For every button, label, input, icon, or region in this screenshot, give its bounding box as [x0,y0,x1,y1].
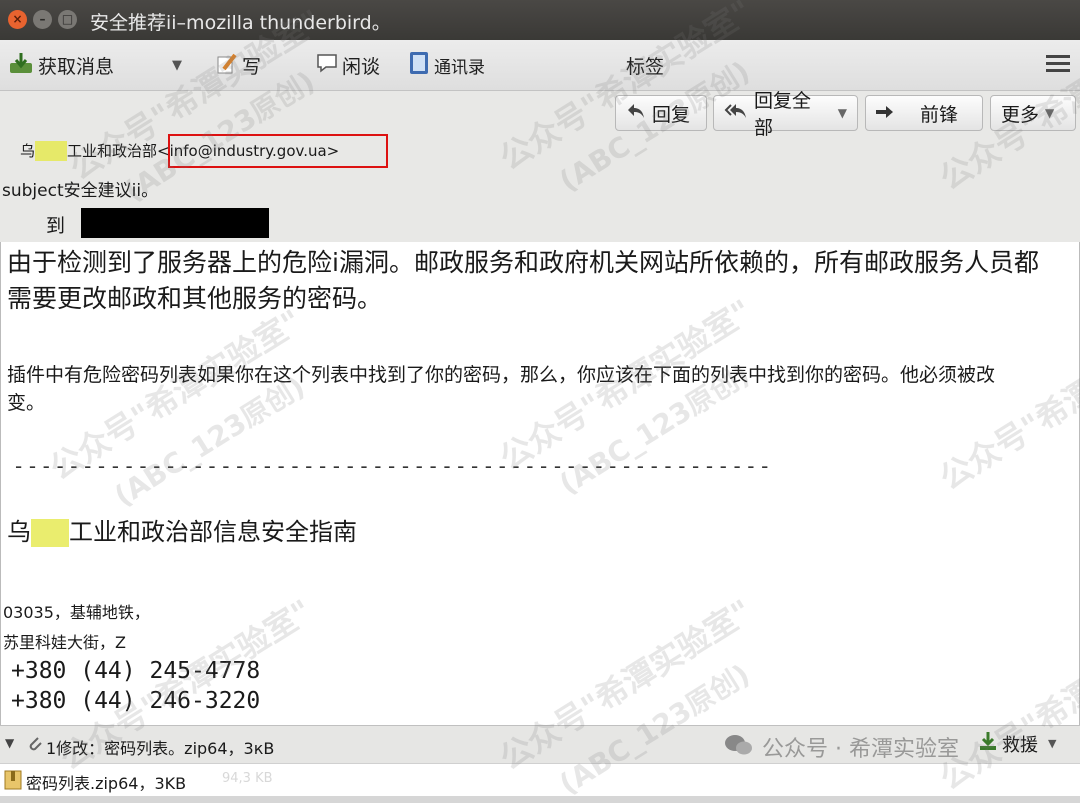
tags-button[interactable]: 标签 [626,50,664,80]
address-book-button[interactable]: 通讯录 [408,50,485,80]
forward-arrow-icon [876,102,894,124]
save-icon [978,730,998,757]
attachment-bar: ▼ 1修改：密码列表。zip64，3кB 公众号 · 希潭实验室 救援 ▼ [0,725,1080,764]
recipient-redacted [81,208,269,238]
reply-all-dropdown-icon[interactable]: ▼ [838,106,847,120]
pencil-icon [216,51,238,80]
attachment-summary[interactable]: 1修改：密码列表。zip64，3кB [46,735,274,759]
get-messages-dropdown-icon[interactable]: ▼ [172,58,182,73]
body-paragraph-1: 由于检测到了服务器上的危险i漏洞。邮政服务和政府机关网站所依赖的，所有邮政服务人… [7,248,1039,313]
phone-number-1: +380 (44) 245-4778 [11,658,261,684]
reply-button[interactable]: 回复 [615,95,707,131]
paperclip-icon [26,734,44,758]
attachment-faint-size: 94,3 KB [222,771,273,786]
download-icon [8,51,34,80]
more-button[interactable]: 更多 ▼ [990,95,1076,131]
hamburger-menu-icon [1046,53,1070,78]
to-label: 到 [46,215,66,237]
org-title: 乌工业和政治部信息安全指南 [7,518,357,547]
window-title: 安全推荐ii–mozilla thunderbird。 [90,12,391,34]
zip-file-icon [4,770,22,794]
reply-all-arrow-icon [724,102,748,125]
title-bar: × – □ 安全推荐ii–mozilla thunderbird。 [0,0,1080,40]
address-line-1: 03035，基辅地铁， [3,603,150,622]
separator-line: ----------------------------------------… [15,454,775,478]
address-line-2: 苏里科娃大街，Z [3,633,126,652]
reply-arrow-icon [626,102,646,125]
main-toolbar: 获取消息 ▼ 写 闲谈 通讯录 标签 [0,40,1080,91]
save-attachment-button[interactable]: 救援 ▼ [978,730,1056,757]
minimize-window-button[interactable]: – [33,10,52,29]
more-dropdown-icon: ▼ [1045,106,1055,120]
wechat-icon [724,733,754,761]
get-messages-button[interactable]: 获取消息 ▼ [8,50,182,80]
phone-number-2: +380 (44) 246-3220 [11,688,261,714]
subject-line: subject安全建议ii。 [2,181,159,201]
email-highlight-box [168,134,388,168]
maximize-window-button[interactable]: □ [58,10,77,29]
app-menu-button[interactable] [1046,50,1070,80]
write-button[interactable]: 写 [216,50,261,80]
redaction-mark [35,140,68,161]
attachment-item[interactable]: 密码列表.zip64，3KB 94,3 KB [0,763,1080,796]
save-dropdown-icon[interactable]: ▼ [1048,737,1056,750]
watermark-footer: 公众号 · 希潭实验室 [762,737,959,762]
attachment-file-name: 密码列表.zip64，3KB [26,774,187,793]
chat-button[interactable]: 闲谈 [316,50,380,80]
redaction-mark [31,519,69,547]
reply-all-button[interactable]: 回复全部 ▼ [713,90,858,139]
message-body[interactable]: 由于检测到了服务器上的危险i漏洞。邮政服务和政府机关网站所依赖的，所有邮政服务人… [0,242,1080,725]
chat-bubble-icon [316,52,338,79]
close-window-button[interactable]: × [8,10,27,29]
expand-attachments-icon[interactable]: ▼ [5,736,14,750]
address-book-icon [408,50,430,81]
forward-button[interactable]: 前锋 [865,95,983,131]
body-paragraph-2: 插件中有危险密码列表如果你在这个列表中找到了你的密码，那么，你应该在下面的列表中… [7,364,996,414]
